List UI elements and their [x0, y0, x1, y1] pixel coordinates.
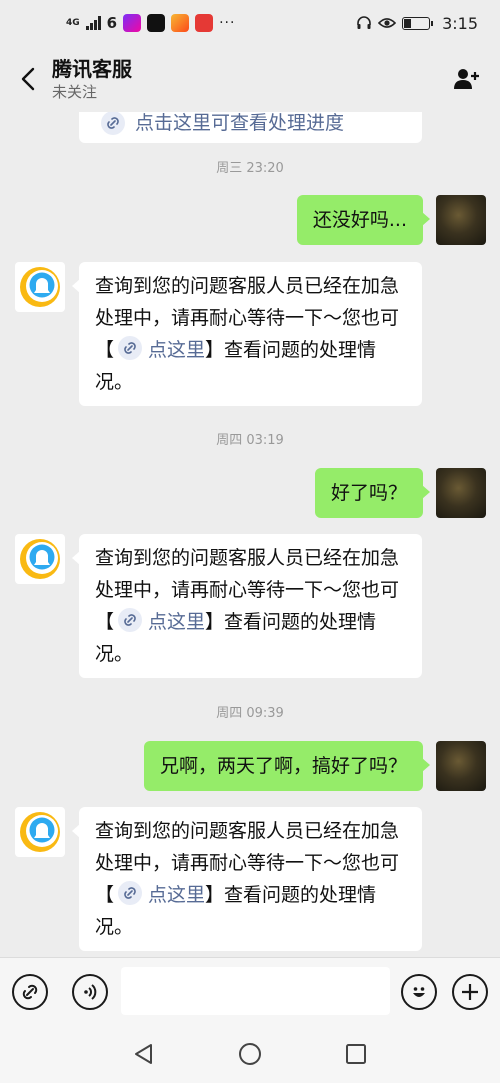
timestamp: 周四 09:39 [216, 706, 284, 721]
link-icon [118, 881, 143, 905]
smiley-icon [413, 987, 425, 997]
message-bubble-received: 查询到您的问题客服人员已经在加急处理中，请再耐心等待一下～您也可【 点这里】查看问… [72, 534, 422, 678]
message-list[interactable]: 点击这里可查看处理进度 周三 23:20 还没好吗... 查询到您的问题客服人员… [0, 112, 500, 957]
signal-icon [85, 16, 101, 30]
qq-avatar[interactable] [15, 262, 65, 312]
network-type: 4G [66, 17, 80, 28]
status-left: 4G 6 ··· [66, 14, 235, 32]
message-bubble-received: 查询到您的问题客服人员已经在加急处理中，请再耐心等待一下～您也可【 点这里】查看问… [72, 807, 422, 951]
message-row-received: 查询到您的问题客服人员已经在加急处理中，请再耐心等待一下～您也可【 点这里】查看问… [0, 262, 500, 407]
link-icon [22, 984, 38, 1000]
mini-program-button[interactable] [12, 974, 48, 1010]
message-row-sent: 还没好吗... [0, 195, 500, 247]
qq-avatar[interactable] [15, 807, 65, 857]
message-row-received: 查询到您的问题客服人员已经在加急处理中，请再耐心等待一下～您也可【 点这里】查看问… [0, 534, 500, 679]
tiktok-icon [147, 14, 166, 32]
battery-icon [402, 16, 434, 30]
recents-square-icon[interactable] [344, 1042, 368, 1066]
message-bubble-received: 查询到您的问题客服人员已经在加急处理中，请再耐心等待一下～您也可【 点这里】查看问… [72, 262, 422, 406]
title-block: 腾讯客服 未关注 [52, 56, 450, 102]
message-bubble-sent[interactable]: 还没好吗... [296, 195, 431, 245]
progress-link[interactable]: 点击这里可查看处理进度 [135, 112, 344, 135]
add-user-icon [454, 69, 479, 89]
input-bar [0, 957, 500, 1025]
netease-music-icon: 6 [106, 14, 118, 32]
timestamp: 周四 03:19 [216, 433, 284, 448]
voice-button[interactable] [72, 974, 108, 1010]
more-notifications-icon: ··· [219, 15, 236, 31]
more-button[interactable] [452, 974, 488, 1010]
message-row-sent: 好了吗？ [0, 468, 500, 520]
game-app-icon [171, 14, 190, 32]
message-row-received: 查询到您的问题客服人员已经在加急处理中，请再耐心等待一下～您也可【 点这里】查看问… [0, 807, 500, 952]
status-right: 3:15 [356, 14, 478, 33]
chevron-left-icon [21, 67, 35, 91]
qq-logo-icon [20, 267, 60, 307]
qq-logo-icon [20, 539, 60, 579]
qq-avatar[interactable] [15, 534, 65, 584]
chat-header: 腾讯客服 未关注 [0, 46, 500, 112]
emoji-button[interactable] [401, 974, 437, 1010]
user-avatar[interactable] [436, 195, 486, 245]
eye-icon [378, 18, 397, 28]
user-avatar[interactable] [436, 468, 486, 518]
back-triangle-icon[interactable] [132, 1042, 156, 1066]
home-circle-icon[interactable] [238, 1042, 262, 1066]
back-button[interactable] [16, 64, 40, 94]
message-row-sent: 兄啊，两天了啊，搞好了吗？ [0, 741, 500, 793]
clock: 3:15 [442, 13, 478, 33]
follow-status: 未关注 [52, 83, 98, 101]
chat-title: 腾讯客服 [52, 57, 132, 81]
link-icon [118, 608, 143, 632]
message-bubble-sent[interactable]: 兄啊，两天了啊，搞好了吗？ [143, 741, 431, 791]
plus-icon [462, 984, 478, 1000]
add-user-button[interactable] [450, 62, 484, 96]
timestamp: 周三 23:20 [216, 161, 284, 176]
qq-logo-icon [20, 812, 60, 852]
red-app-icon [195, 14, 214, 32]
user-avatar[interactable] [436, 741, 486, 791]
status-bar: 4G 6 ··· 3:15 [0, 0, 500, 46]
voice-icon [84, 984, 97, 1000]
message-bubble-partial: 点击这里可查看处理进度 [79, 112, 422, 143]
system-nav-bar [0, 1025, 500, 1083]
click-here-link[interactable]: 点这里 [148, 339, 205, 361]
headphones-icon [357, 16, 371, 29]
link-icon [118, 336, 143, 360]
link-icon [101, 112, 125, 135]
message-input[interactable] [121, 967, 390, 1015]
message-bubble-sent[interactable]: 好了吗？ [314, 468, 431, 518]
video-app-icon [123, 14, 142, 32]
click-here-link[interactable]: 点这里 [148, 611, 205, 633]
click-here-link[interactable]: 点这里 [148, 884, 205, 906]
